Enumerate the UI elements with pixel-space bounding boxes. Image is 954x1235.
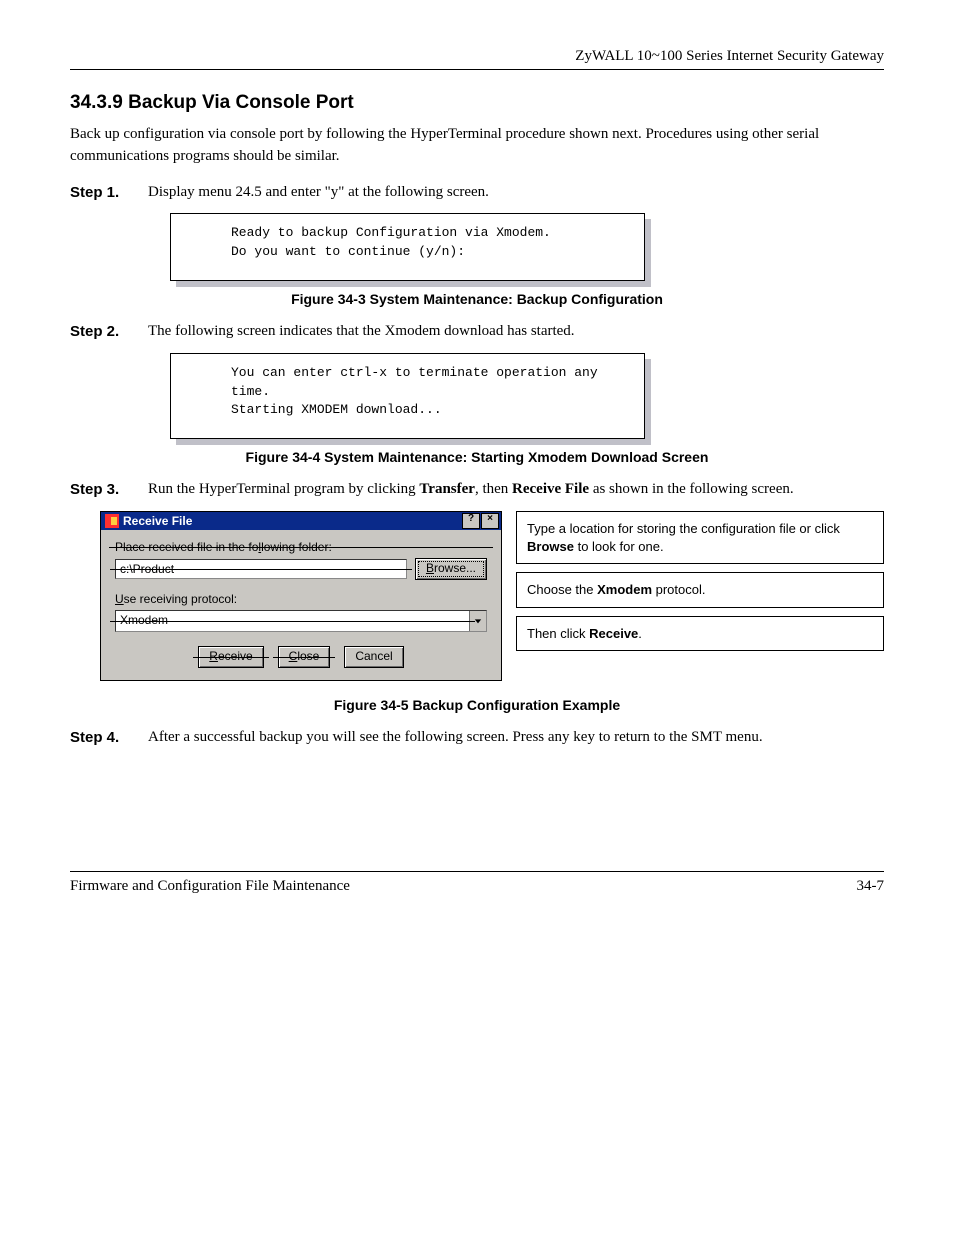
header-rule: [70, 69, 884, 70]
folder-input[interactable]: c:\Product: [115, 559, 407, 579]
browse-button[interactable]: Browse...: [415, 558, 487, 580]
step-4-text: After a successful backup you will see t…: [148, 727, 884, 749]
close-icon[interactable]: ×: [481, 513, 499, 529]
terminal-2-content: You can enter ctrl-x to terminate operat…: [170, 353, 645, 440]
section-number: 34.3.9: [70, 92, 123, 113]
step-3-label: Step 3.: [70, 479, 148, 501]
step-1-label: Step 1.: [70, 182, 148, 204]
receive-file-dialog: Receive File ? × Place received file in …: [100, 511, 502, 681]
terminal-1-content: Ready to backup Configuration via Xmodem…: [170, 213, 645, 281]
figure-34-5-layout: Receive File ? × Place received file in …: [100, 511, 884, 681]
step-2-label: Step 2.: [70, 321, 148, 343]
dialog-app-icon: [105, 514, 119, 528]
dialog-title: Receive File: [123, 514, 462, 528]
annotation-receive: Then click Receive.: [516, 616, 884, 652]
step-4-row: Step 4. After a successful backup you wi…: [70, 727, 884, 749]
annotation-browse: Type a location for storing the configur…: [516, 511, 884, 564]
receive-button[interactable]: Receive: [198, 646, 263, 668]
step-1-text: Display menu 24.5 and enter "y" at the f…: [148, 182, 884, 204]
section-title: Backup Via Console Port: [128, 92, 354, 113]
protocol-dropdown[interactable]: Xmodem: [115, 610, 487, 632]
dialog-titlebar: Receive File ? ×: [101, 512, 501, 530]
protocol-value: Xmodem: [116, 611, 469, 631]
figure-34-3-caption: Figure 34-3 System Maintenance: Backup C…: [70, 291, 884, 307]
step-2-text: The following screen indicates that the …: [148, 321, 884, 343]
cancel-button[interactable]: Cancel: [344, 646, 403, 668]
folder-label: Place received file in the following fol…: [115, 540, 487, 554]
step-1-row: Step 1. Display menu 24.5 and enter "y" …: [70, 182, 884, 204]
figure-34-5-caption: Figure 34-5 Backup Configuration Example: [70, 697, 884, 713]
terminal-box-2: You can enter ctrl-x to terminate operat…: [170, 353, 645, 440]
footer-left: Firmware and Configuration File Maintena…: [70, 878, 350, 895]
step-3-text: Run the HyperTerminal program by clickin…: [148, 479, 884, 501]
protocol-label: Use receiving protocol:: [115, 592, 487, 606]
footer-page-number: 34-7: [857, 878, 885, 895]
step-3-row: Step 3. Run the HyperTerminal program by…: [70, 479, 884, 501]
figure-34-4-caption: Figure 34-4 System Maintenance: Starting…: [70, 449, 884, 465]
section-heading: 34.3.9 Backup Via Console Port: [70, 92, 884, 114]
step-4-label: Step 4.: [70, 727, 148, 749]
close-button[interactable]: Close: [278, 646, 331, 668]
help-icon[interactable]: ?: [462, 513, 480, 529]
intro-paragraph: Back up configuration via console port b…: [70, 124, 884, 168]
terminal-box-1: Ready to backup Configuration via Xmodem…: [170, 213, 645, 281]
step-2-row: Step 2. The following screen indicates t…: [70, 321, 884, 343]
page-header: ZyWALL 10~100 Series Internet Security G…: [70, 48, 884, 65]
annotation-xmodem: Choose the Xmodem protocol.: [516, 572, 884, 608]
footer-rule: [70, 871, 884, 872]
page-footer: Firmware and Configuration File Maintena…: [70, 871, 884, 895]
